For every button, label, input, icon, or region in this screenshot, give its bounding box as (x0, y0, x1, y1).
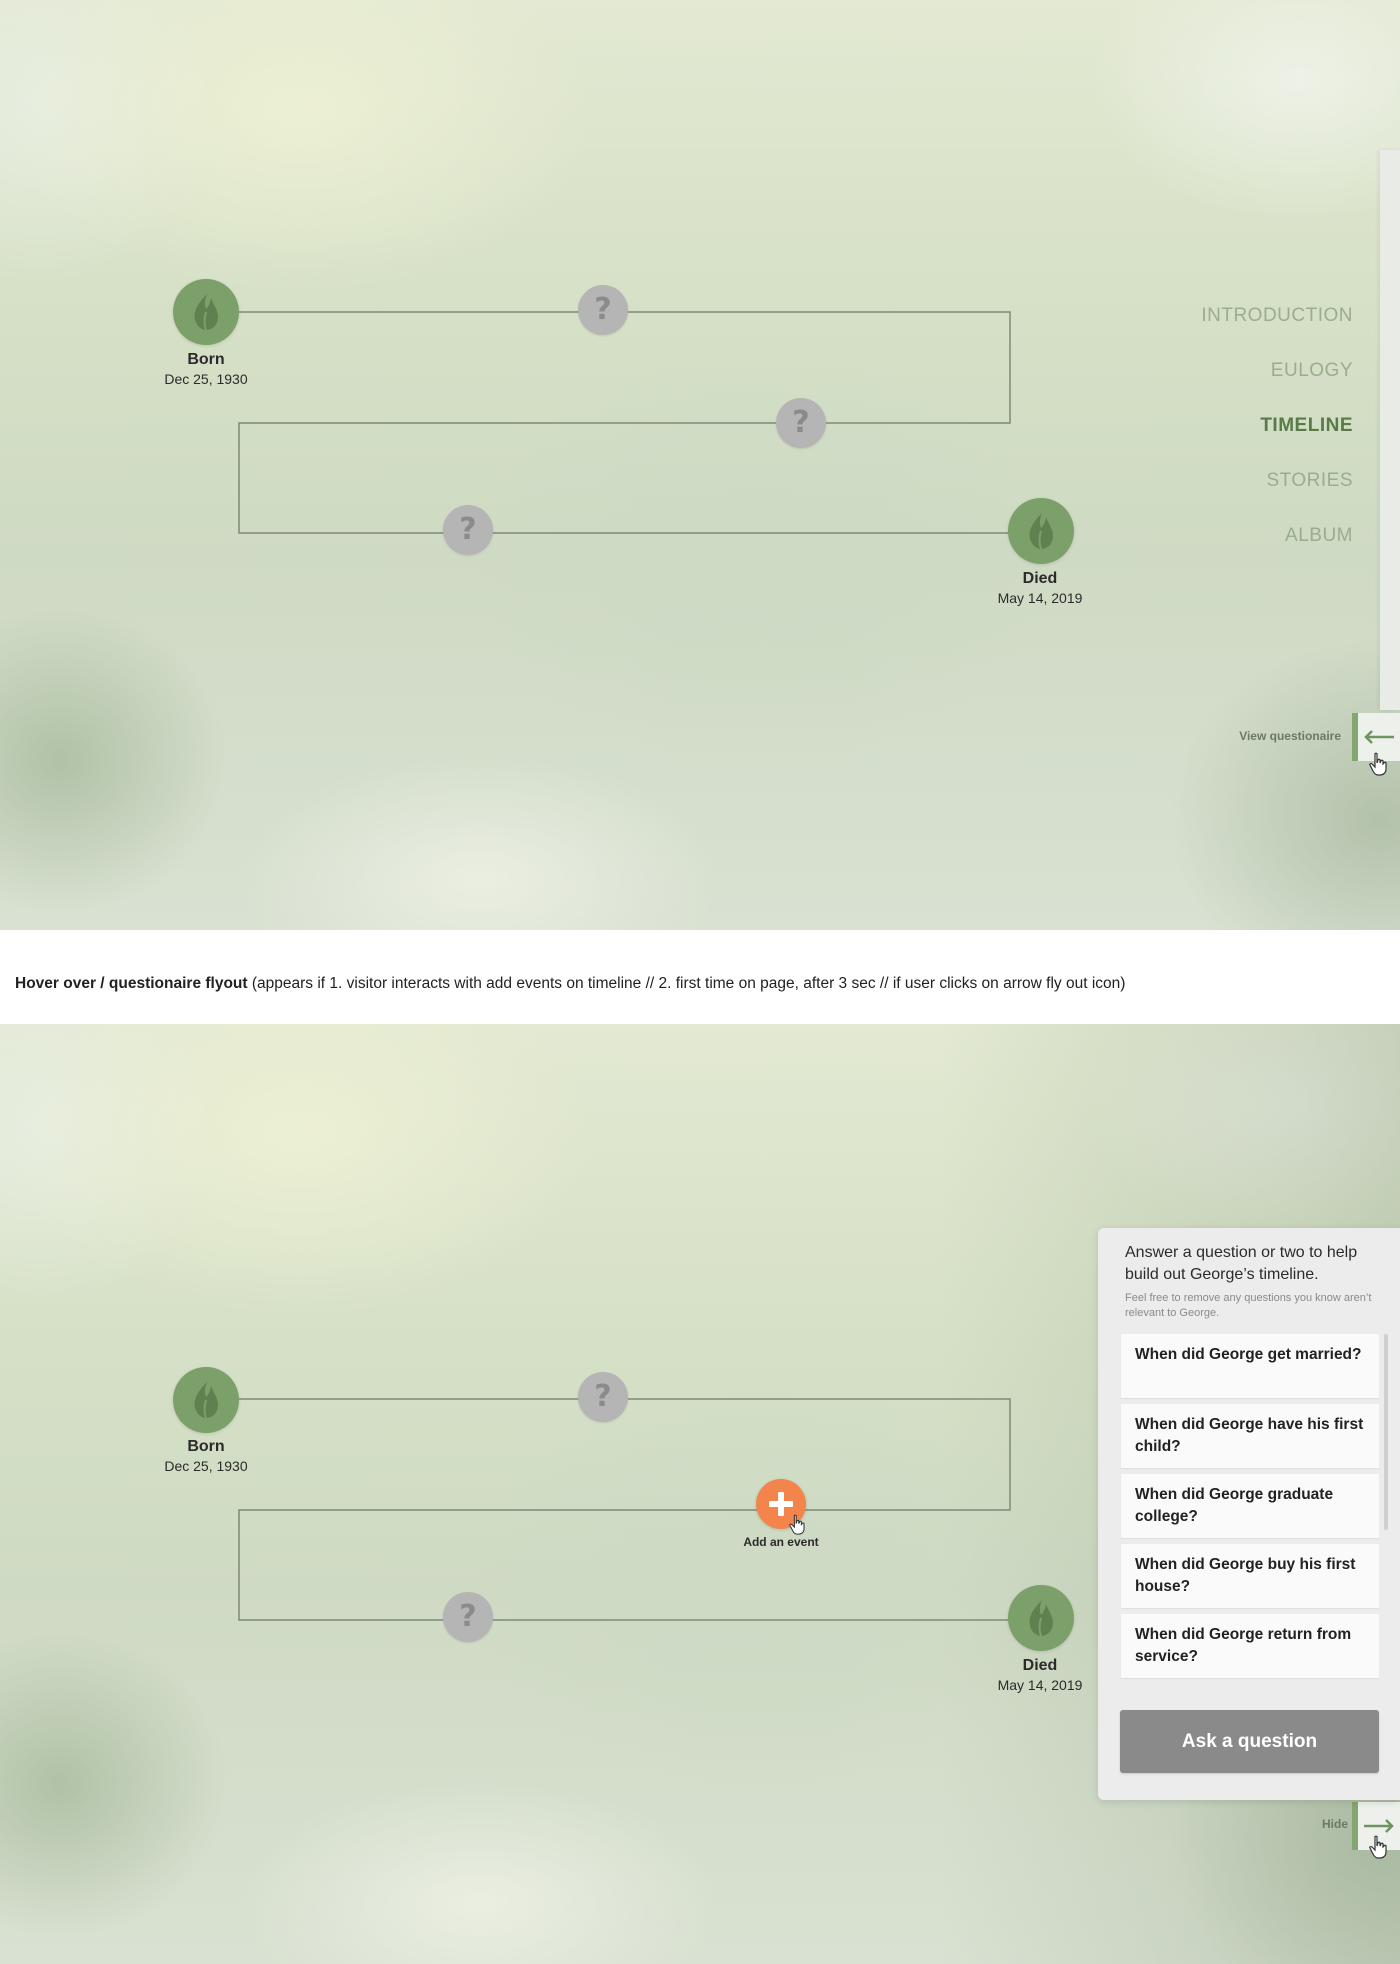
died-title: Died (1022, 570, 1058, 587)
unknown-event-node[interactable]: ? (443, 505, 493, 555)
born-node[interactable] (173, 1367, 239, 1433)
question-mark-icon: ? (459, 1599, 477, 1634)
question-item[interactable]: When did George return from service? (1121, 1614, 1379, 1678)
flyout-heading: Answer a question or two to help build o… (1125, 1244, 1358, 1283)
question-list: When did George get married? When did Ge… (1121, 1334, 1379, 1684)
died-title: Died (1022, 1657, 1058, 1674)
ask-question-button[interactable]: Ask a question (1120, 1710, 1379, 1773)
section-nav: INTRODUCTION EULOGY TIMELINE STORIES ALB… (1201, 300, 1353, 575)
view-questionaire-label[interactable]: View questionaire (1239, 729, 1341, 743)
hide-flyout-label[interactable]: Hide (1322, 1817, 1348, 1831)
question-mark-icon: ? (792, 405, 810, 440)
born-node[interactable] (173, 279, 239, 345)
unknown-event-node[interactable]: ? (776, 398, 826, 448)
born-date: Dec 25, 1930 (164, 1458, 248, 1474)
died-date: May 14, 2019 (997, 1677, 1083, 1693)
questionnaire-flyout: Answer a question or two to help build o… (1098, 1228, 1400, 1800)
born-label: Born Dec 25, 1930 (136, 1438, 276, 1474)
flame-leaf-icon (194, 294, 218, 331)
died-node[interactable] (1008, 498, 1074, 564)
hand-cursor-icon (1369, 1835, 1387, 1859)
question-mark-icon: ? (594, 292, 612, 327)
arrow-right-icon (1364, 1819, 1394, 1833)
flyout-collapsed-edge (1380, 150, 1400, 710)
nav-item-eulogy[interactable]: EULOGY (1201, 355, 1353, 410)
unknown-event-node[interactable]: ? (443, 1592, 493, 1642)
died-label: Died May 14, 2019 (970, 570, 1110, 606)
question-item[interactable]: When did George get married? (1121, 1334, 1379, 1398)
flame-leaf-icon (1029, 513, 1053, 550)
born-title: Born (187, 1438, 225, 1455)
died-node[interactable] (1008, 1585, 1074, 1651)
arrow-left-icon (1364, 730, 1394, 744)
caption-text: (appears if 1. visitor interacts with ad… (247, 975, 1126, 992)
born-label: Born Dec 25, 1930 (136, 351, 276, 387)
died-label: Died May 14, 2019 (970, 1657, 1110, 1693)
question-mark-icon: ? (459, 512, 477, 547)
hand-cursor-icon (1369, 752, 1387, 776)
nav-item-introduction[interactable]: INTRODUCTION (1201, 300, 1353, 355)
question-item[interactable]: When did George buy his first house? (1121, 1544, 1379, 1608)
question-list-scrollbar[interactable] (1384, 1334, 1388, 1530)
flame-leaf-icon (1029, 1600, 1053, 1637)
born-date: Dec 25, 1930 (164, 371, 248, 387)
question-item[interactable]: When did George graduate college? (1121, 1474, 1379, 1538)
add-event-label: Add an event (743, 1535, 819, 1549)
unknown-event-node[interactable]: ? (578, 285, 628, 335)
caption-bold: Hover over / questionaire flyout (15, 975, 248, 992)
timeline-connector (206, 311, 1040, 534)
nav-item-stories[interactable]: STORIES (1201, 465, 1353, 520)
question-mark-icon: ? (594, 1379, 612, 1414)
unknown-event-node[interactable]: ? (578, 1372, 628, 1422)
died-date: May 14, 2019 (997, 590, 1083, 606)
flame-leaf-icon (194, 1382, 218, 1419)
flyout-note: Feel free to remove any questions you kn… (1125, 1292, 1372, 1319)
annotation-caption: Hover over / questionaire flyout (appear… (15, 975, 1125, 993)
nav-item-album[interactable]: ALBUM (1201, 520, 1353, 575)
nav-item-timeline[interactable]: TIMELINE (1201, 410, 1353, 465)
question-item[interactable]: When did George have his first child? (1121, 1404, 1379, 1468)
born-title: Born (187, 351, 225, 368)
timeline-page-default: Born Dec 25, 1930 ? ? ? Died May 14, 201… (0, 0, 1400, 930)
hand-cursor-icon (789, 1514, 805, 1535)
